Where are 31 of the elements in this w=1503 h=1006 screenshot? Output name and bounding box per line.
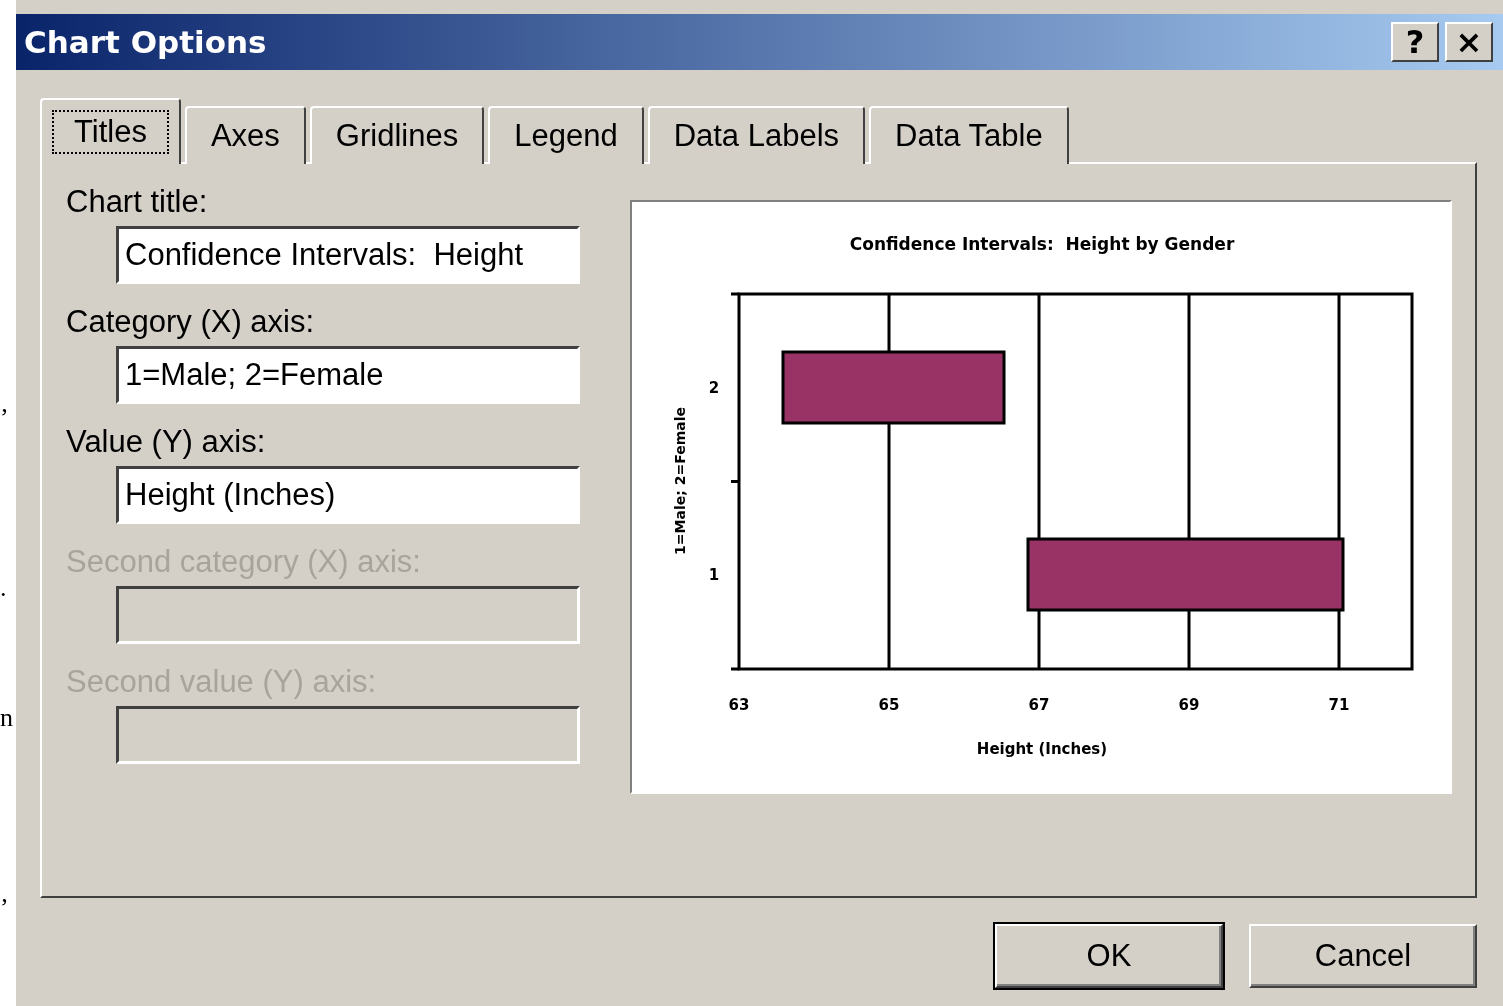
tab[interactable]: Legend <box>488 106 644 164</box>
field-label: Value (Y) axis: <box>66 424 267 461</box>
background-text-fragment: ’ <box>0 405 9 431</box>
axis-tick-label: 2 <box>708 378 720 397</box>
close-button[interactable]: × <box>1445 22 1493 62</box>
axis-tick-label: 69 <box>1178 696 1200 714</box>
tab[interactable]: Data Labels <box>647 106 866 164</box>
background-text-fragment: . <box>0 575 7 601</box>
dialog-button[interactable]: OK <box>995 924 1223 988</box>
chart-title: Confidence Intervals: Height by Gender <box>849 234 1235 254</box>
tab[interactable]: Gridlines <box>309 106 485 164</box>
axis-tick-label: 71 <box>1328 696 1350 714</box>
axis-tick-label: 1 <box>708 566 720 585</box>
axis-title: 1=Male; 2=Female <box>672 407 688 555</box>
dialog-button[interactable]: Cancel <box>1249 924 1477 988</box>
axis-title: Height (Inches) <box>976 740 1108 758</box>
text-field[interactable]: Height (Inches) <box>116 466 580 524</box>
axis-tick-label: 67 <box>1028 696 1050 714</box>
field-label: Chart title: <box>66 184 209 221</box>
field-label: Category (X) axis: <box>66 304 316 341</box>
axis-tick-label: 63 <box>728 696 750 714</box>
background-text-fragment: ’ <box>0 895 9 921</box>
tab[interactable]: Titles <box>40 98 181 164</box>
help-button[interactable]: ? <box>1391 22 1439 62</box>
tab[interactable]: Axes <box>184 106 306 164</box>
window-title: Chart Options <box>24 24 268 60</box>
text-field[interactable]: Confidence Intervals: Height <box>116 226 580 284</box>
text-field[interactable]: 1=Male; 2=Female <box>116 346 580 404</box>
axis-tick-label: 65 <box>878 696 900 714</box>
tab[interactable]: Data Table <box>869 106 1069 164</box>
background-text-fragment: n <box>0 705 13 731</box>
